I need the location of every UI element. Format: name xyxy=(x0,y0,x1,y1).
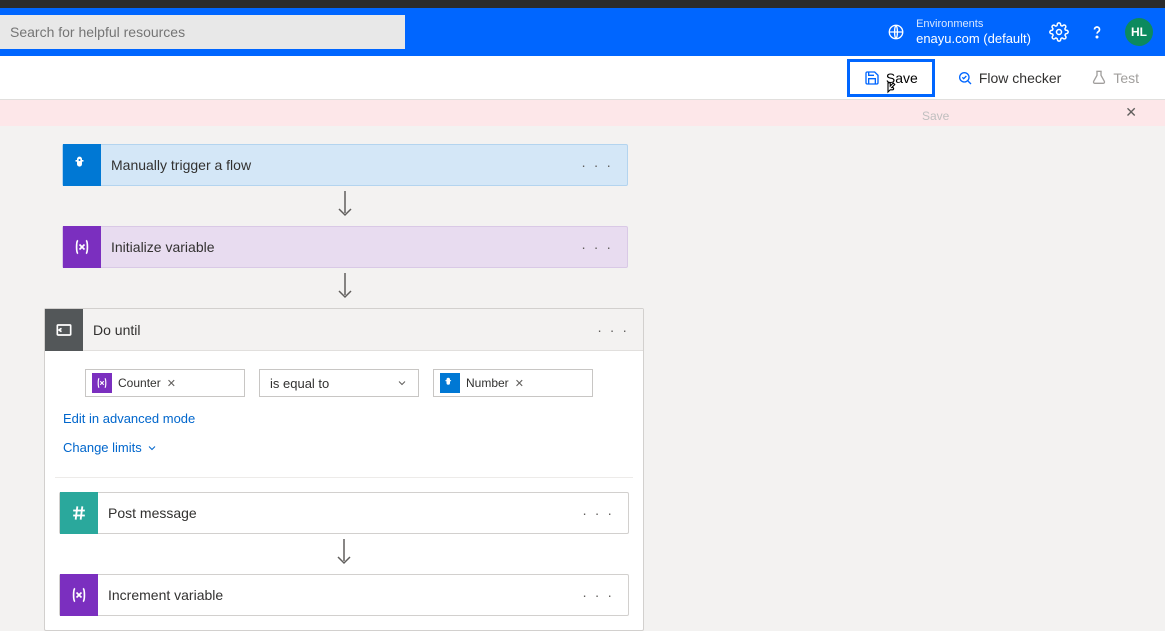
loop-icon xyxy=(45,309,83,351)
counter-token[interactable]: Counter ✕ xyxy=(92,372,182,394)
variable-icon xyxy=(60,574,98,616)
number-token[interactable]: Number ✕ xyxy=(440,372,530,394)
test-label: Test xyxy=(1113,70,1139,86)
step-title: Increment variable xyxy=(108,587,223,603)
condition-left-input[interactable]: Counter ✕ xyxy=(85,369,245,397)
condition-operator-select[interactable]: is equal to xyxy=(259,369,419,397)
env-value: enayu.com (default) xyxy=(916,31,1031,47)
step-title: Manually trigger a flow xyxy=(111,157,251,173)
search-input[interactable] xyxy=(0,15,405,49)
condition-right-input[interactable]: Number ✕ xyxy=(433,369,593,397)
flow-canvas: Manually trigger a flow · · · Initialize… xyxy=(0,126,1165,631)
settings-icon[interactable] xyxy=(1049,22,1069,42)
step-title: Post message xyxy=(108,505,197,521)
trigger-icon xyxy=(63,144,101,186)
save-button[interactable]: Save xyxy=(847,59,935,97)
environment-icon xyxy=(886,22,906,42)
step-title: Do until xyxy=(93,322,140,338)
condition-row: Counter ✕ is equal to Number ✕ xyxy=(45,351,643,397)
connector-arrow xyxy=(62,268,628,308)
avatar[interactable]: HL xyxy=(1125,18,1153,46)
environment-selector[interactable]: Environments enayu.com (default) xyxy=(886,18,1031,47)
remove-token-icon[interactable]: ✕ xyxy=(167,377,176,390)
step-trigger[interactable]: Manually trigger a flow · · · xyxy=(62,144,628,186)
remove-token-icon[interactable]: ✕ xyxy=(515,377,524,390)
step-post-message[interactable]: Post message · · · xyxy=(59,492,629,534)
do-until-header[interactable]: Do until · · · xyxy=(45,309,643,351)
trigger-icon xyxy=(440,373,460,393)
more-icon[interactable]: · · · xyxy=(581,157,613,173)
help-icon[interactable] xyxy=(1087,22,1107,42)
more-icon[interactable]: · · · xyxy=(581,239,613,255)
more-icon[interactable]: · · · xyxy=(597,322,629,338)
chevron-down-icon xyxy=(146,442,158,454)
edit-advanced-link[interactable]: Edit in advanced mode xyxy=(63,411,195,426)
step-title: Initialize variable xyxy=(111,239,215,255)
test-button[interactable]: Test xyxy=(1083,64,1147,92)
more-icon[interactable]: · · · xyxy=(582,505,614,521)
token-label: Counter xyxy=(118,376,161,390)
hash-icon xyxy=(60,492,98,534)
variable-icon xyxy=(63,226,101,268)
step-do-until: Do until · · · Counter ✕ is equal to xyxy=(44,308,644,631)
alert-banner: ✕ xyxy=(0,100,1165,126)
change-limits-label: Change limits xyxy=(63,440,142,455)
connector-arrow xyxy=(59,534,629,574)
save-tooltip: Save xyxy=(922,109,949,123)
flow-checker-label: Flow checker xyxy=(979,70,1061,86)
more-icon[interactable]: · · · xyxy=(582,587,614,603)
chevron-down-icon xyxy=(396,377,408,389)
flow-checker-button[interactable]: Flow checker xyxy=(949,64,1069,92)
env-label: Environments xyxy=(916,18,1031,31)
save-label: Save xyxy=(886,70,918,86)
connector-arrow xyxy=(62,186,628,226)
step-initialize-variable[interactable]: Initialize variable · · · xyxy=(62,226,628,268)
close-icon[interactable]: ✕ xyxy=(1125,104,1137,121)
operator-label: is equal to xyxy=(270,376,329,391)
action-toolbar: Save Flow checker Test xyxy=(0,56,1165,100)
step-increment-variable[interactable]: Increment variable · · · xyxy=(59,574,629,616)
token-label: Number xyxy=(466,376,509,390)
change-limits-link[interactable]: Change limits xyxy=(63,440,158,455)
app-header: Environments enayu.com (default) HL xyxy=(0,8,1165,56)
variable-icon xyxy=(92,373,112,393)
